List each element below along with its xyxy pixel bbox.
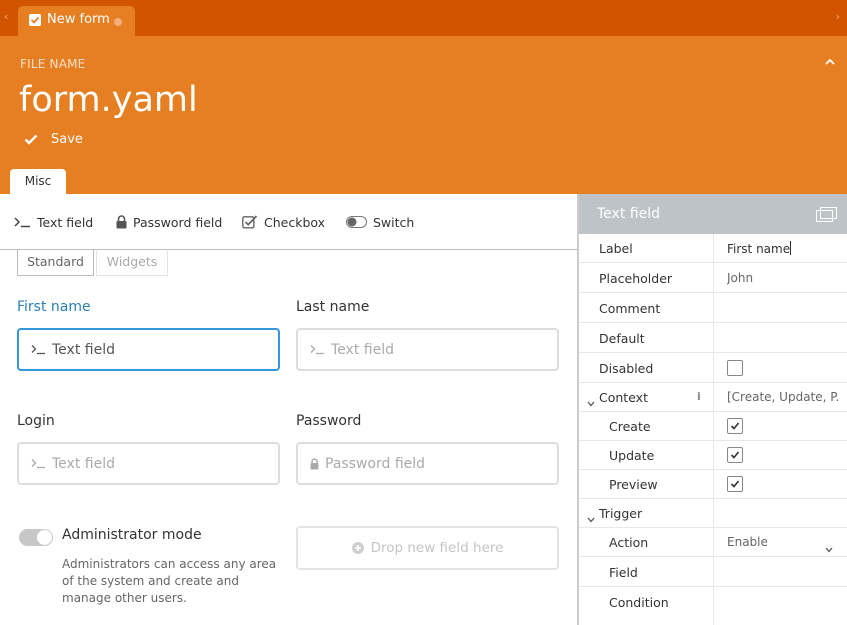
lock-icon [116,215,127,229]
save-button-label: Save [51,131,83,147]
prop-key: Condition [609,595,669,610]
prop-update[interactable]: Update [579,441,847,470]
lock-icon [310,457,319,470]
prop-key: Disabled [599,361,654,376]
action-select[interactable]: Enable [727,535,768,549]
save-button[interactable]: Save [24,130,83,148]
drop-field-label: Drop new field here [370,540,504,556]
prop-field[interactable]: Field [579,558,847,587]
chevron-down-icon[interactable] [587,392,595,411]
prop-create[interactable]: Create [579,412,847,441]
collapse-header-icon[interactable] [825,50,835,69]
prop-key: Label [599,241,633,256]
prop-disabled[interactable]: Disabled [579,354,847,383]
file-name-label: FILE NAME [20,57,86,71]
first-name-label: First name [17,299,91,315]
document-tab-label: New form [47,12,110,27]
form-icon [29,14,41,26]
chevron-down-icon[interactable] [825,538,833,557]
document-tab-strip: ‹ New form › [0,0,847,36]
prop-key: Trigger [599,506,643,521]
last-name-placeholder: Text field [331,341,394,358]
prop-context[interactable]: Context i [Create, Update, P... [579,383,847,412]
create-checkbox[interactable] [727,418,743,434]
inspector-title: Text field [597,206,660,222]
administrator-mode-label: Administrator mode [62,527,202,543]
administrator-mode-switch[interactable] [19,529,53,546]
unsaved-indicator [114,18,122,26]
tab-standard[interactable]: Standard [17,249,94,276]
prop-key: Comment [599,301,661,316]
first-name-field[interactable]: Text field [17,328,280,371]
form-header: FILE NAME form.yaml Save Misc [0,36,847,194]
prop-key: Action [609,535,649,550]
checkmark-icon [24,130,38,149]
checkmark-icon [730,451,740,459]
plus-circle-icon [351,542,364,554]
prop-preview[interactable]: Preview [579,470,847,499]
password-label: Password [296,413,362,429]
last-name-label: Last name [296,299,370,315]
prop-key: Create [609,419,651,434]
login-placeholder: Text field [52,455,115,472]
login-label: Login [17,413,55,429]
toolbar-text-field[interactable]: Text field [14,214,93,230]
prop-comment[interactable]: Comment [579,294,847,323]
preview-checkbox[interactable] [727,476,743,492]
inspector-header: Text field [579,194,847,234]
property-inspector: Text field Label First name Placeholder … [577,194,847,625]
prop-key: Preview [609,477,658,492]
prop-label-input[interactable]: First name [727,241,792,256]
toolbar-text-field-label: Text field [37,214,94,230]
checkbox-icon [242,215,258,229]
prop-context-value[interactable]: [Create, Update, P... [727,390,839,404]
prop-key: Field [609,565,638,580]
prop-default[interactable]: Default [579,324,847,353]
terminal-icon [14,216,31,228]
terminal-icon [31,458,46,469]
password-field[interactable]: Password field [296,442,559,485]
toolbar-password-field-label: Password field [133,214,223,230]
toolbar-password-field[interactable]: Password field [116,214,222,230]
terminal-icon [31,344,46,355]
terminal-icon [310,344,325,355]
file-name-input[interactable]: form.yaml [19,79,198,121]
maximize-panel-icon[interactable] [816,207,837,226]
scroll-tabs-right-icon[interactable]: › [836,10,840,24]
prop-action[interactable]: Action Enable [579,528,847,557]
login-field[interactable]: Text field [17,442,280,485]
update-checkbox[interactable] [727,447,743,463]
tab-widgets[interactable]: Widgets [96,249,168,276]
drop-field-zone[interactable]: Drop new field here [296,526,559,570]
prop-key: Placeholder [599,271,673,286]
document-tab[interactable]: New form [18,6,135,36]
info-icon[interactable]: i [697,390,701,403]
chevron-down-icon[interactable] [587,508,595,527]
prop-placeholder-input[interactable]: John [727,271,753,285]
toolbar-switch-label: Switch [373,214,415,230]
first-name-placeholder: Text field [52,341,115,358]
field-toolbar: Text field Password field Checkbox Switc… [0,194,577,250]
prop-key: Context [599,390,648,405]
prop-placeholder[interactable]: Placeholder John [579,264,847,293]
prop-key: Update [609,448,655,463]
toolbar-checkbox[interactable]: Checkbox [242,214,325,230]
password-placeholder: Password field [325,455,426,472]
administrator-mode-description: Administrators can access any area of th… [62,557,277,605]
checkmark-icon [730,422,740,430]
switch-knob [37,530,52,545]
prop-key: Default [599,331,645,346]
prop-condition[interactable]: Condition [579,588,847,617]
tab-misc[interactable]: Misc [10,169,66,194]
toolbar-checkbox-label: Checkbox [264,214,326,230]
last-name-field[interactable]: Text field [296,328,559,371]
disabled-checkbox[interactable] [727,360,743,376]
checkmark-icon [730,480,740,488]
switch-icon [346,216,367,228]
scroll-tabs-left-icon[interactable]: ‹ [4,10,8,24]
toolbar-switch[interactable]: Switch [346,214,414,230]
prop-trigger[interactable]: Trigger [579,499,847,528]
prop-label[interactable]: Label First name [579,234,847,263]
